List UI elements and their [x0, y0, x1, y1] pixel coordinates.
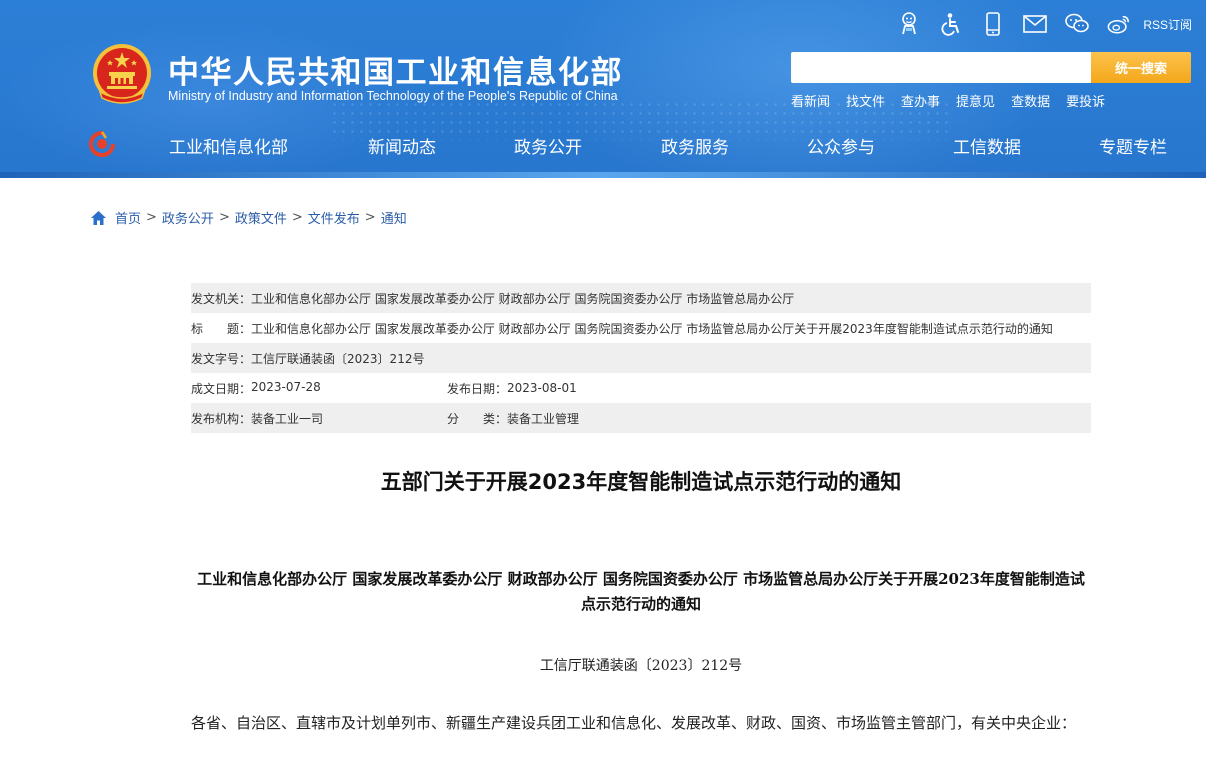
- meta-org: 发布机构： 装备工业一司: [191, 410, 447, 427]
- meta-created: 成文日期： 2023-07-28: [191, 380, 447, 397]
- main-nav: 工业和信息化部 新闻动态 政务公开 政务服务 公众参与 工信数据 专题专栏: [124, 124, 1206, 164]
- quick-link-services[interactable]: 查办事: [901, 91, 940, 110]
- ministry-logo-icon[interactable]: [88, 130, 116, 158]
- document-meta-table: 发文机关： 工业和信息化部办公厅 国家发展改革委办公厅 财政部办公厅 国务院国资…: [191, 283, 1091, 433]
- breadcrumb-file-release[interactable]: 文件发布: [308, 208, 360, 227]
- meta-org-label: 发布机构：: [191, 411, 252, 426]
- header-bottom-strip: [0, 172, 1206, 178]
- meta-doc-no-label: 发文字号：: [191, 351, 252, 366]
- breadcrumb-separator: >: [146, 210, 157, 225]
- meta-issuer-label: 发文机关：: [191, 291, 252, 306]
- nav-news[interactable]: 新闻动态: [368, 133, 436, 158]
- rss-label: RSS订阅: [1143, 17, 1192, 32]
- meta-row-doc-no: 发文字号： 工信厅联通装函〔2023〕212号: [191, 343, 1091, 373]
- search-button[interactable]: 统一搜索: [1091, 52, 1191, 83]
- breadcrumb-separator: >: [291, 210, 303, 225]
- national-emblem-icon[interactable]: [90, 42, 154, 108]
- breadcrumb-notice[interactable]: 通知: [381, 208, 407, 227]
- nav-data[interactable]: 工信数据: [953, 133, 1021, 158]
- breadcrumb-home[interactable]: 首页: [115, 208, 141, 227]
- meta-row-dates: 成文日期： 2023-07-28 发布日期： 2023-08-01: [191, 373, 1091, 403]
- meta-row-issuer: 发文机关： 工业和信息化部办公厅 国家发展改革委办公厅 财政部办公厅 国务院国资…: [191, 283, 1091, 313]
- meta-category-label: 分 类：: [447, 411, 508, 426]
- search-input[interactable]: [791, 52, 1091, 83]
- top-tools: RSS订阅: [897, 10, 1192, 38]
- rss-link[interactable]: RSS订阅: [1143, 16, 1192, 33]
- meta-created-label: 成文日期：: [191, 381, 252, 396]
- wechat-icon[interactable]: [1065, 12, 1090, 36]
- meta-category-value: 装备工业管理: [507, 411, 580, 426]
- breadcrumb-separator: >: [364, 210, 376, 225]
- meta-issuer-value: 工业和信息化部办公厅 国家发展改革委办公厅 财政部办公厅 国务院国资委办公厅 市…: [251, 291, 795, 306]
- document-number: 工信厅联通装函〔2023〕212号: [539, 658, 743, 674]
- document-heading: 工业和信息化部办公厅 国家发展改革委办公厅 财政部办公厅 国务院国资委办公厅 市…: [197, 570, 1085, 613]
- document-body-paragraph: 各省、自治区、直辖市及计划单列市、新疆生产建设兵团工业和信息化、发展改革、财政、…: [191, 714, 1077, 732]
- meta-created-value: 2023-07-28: [251, 379, 321, 394]
- quick-links: 看新闻 找文件 查办事 提意见 查数据 要投诉: [791, 91, 1105, 110]
- quick-link-files[interactable]: 找文件: [846, 91, 885, 110]
- quick-link-complaint[interactable]: 要投诉: [1066, 91, 1105, 110]
- meta-doc-no-value: 工信厅联通装函〔2023〕212号: [251, 351, 425, 366]
- meta-published-value: 2023-08-01: [507, 381, 577, 395]
- nav-public-participation[interactable]: 公众参与: [807, 133, 875, 158]
- meta-org-value: 装备工业一司: [251, 411, 324, 426]
- site-name-en: Ministry of Industry and Information Tec…: [168, 89, 618, 103]
- nav-gov-services[interactable]: 政务服务: [661, 133, 729, 158]
- meta-row-title: 标 题： 工业和信息化部办公厅 国家发展改革委办公厅 财政部办公厅 国务院国资委…: [191, 313, 1091, 343]
- weibo-icon[interactable]: [1107, 12, 1131, 36]
- breadcrumb: 首页 > 政务公开 > 政策文件 > 文件发布 > 通知: [90, 208, 407, 227]
- breadcrumb-policy-files[interactable]: 政策文件: [235, 208, 287, 227]
- breadcrumb-separator: >: [218, 210, 230, 225]
- nav-miit[interactable]: 工业和信息化部: [169, 133, 288, 158]
- article-title: 五部门关于开展2023年度智能制造试点示范行动的通知: [380, 470, 902, 494]
- mobile-icon[interactable]: [981, 12, 1005, 36]
- breadcrumb-gov-affairs[interactable]: 政务公开: [162, 208, 214, 227]
- nav-gov-affairs[interactable]: 政务公开: [514, 133, 582, 158]
- wheelchair-icon[interactable]: [939, 12, 963, 36]
- mail-icon[interactable]: [1023, 12, 1048, 36]
- meta-title-label: 标 题：: [191, 321, 252, 336]
- quick-link-news[interactable]: 看新闻: [791, 91, 830, 110]
- meta-row-org: 发布机构： 装备工业一司 分 类： 装备工业管理: [191, 403, 1091, 433]
- meta-title-value: 工业和信息化部办公厅 国家发展改革委办公厅 财政部办公厅 国务院国资委办公厅 市…: [251, 321, 1053, 336]
- home-icon: [91, 210, 106, 225]
- quick-link-feedback[interactable]: 提意见: [956, 91, 995, 110]
- nav-topics[interactable]: 专题专栏: [1099, 133, 1167, 158]
- accessibility-elder-icon[interactable]: [897, 12, 921, 36]
- site-header: 中华人民共和国工业和信息化部 Ministry of Industry and …: [0, 0, 1206, 178]
- site-name[interactable]: 中华人民共和国工业和信息化部: [168, 47, 623, 92]
- quick-link-data[interactable]: 查数据: [1011, 91, 1050, 110]
- meta-published-label: 发布日期：: [447, 381, 508, 396]
